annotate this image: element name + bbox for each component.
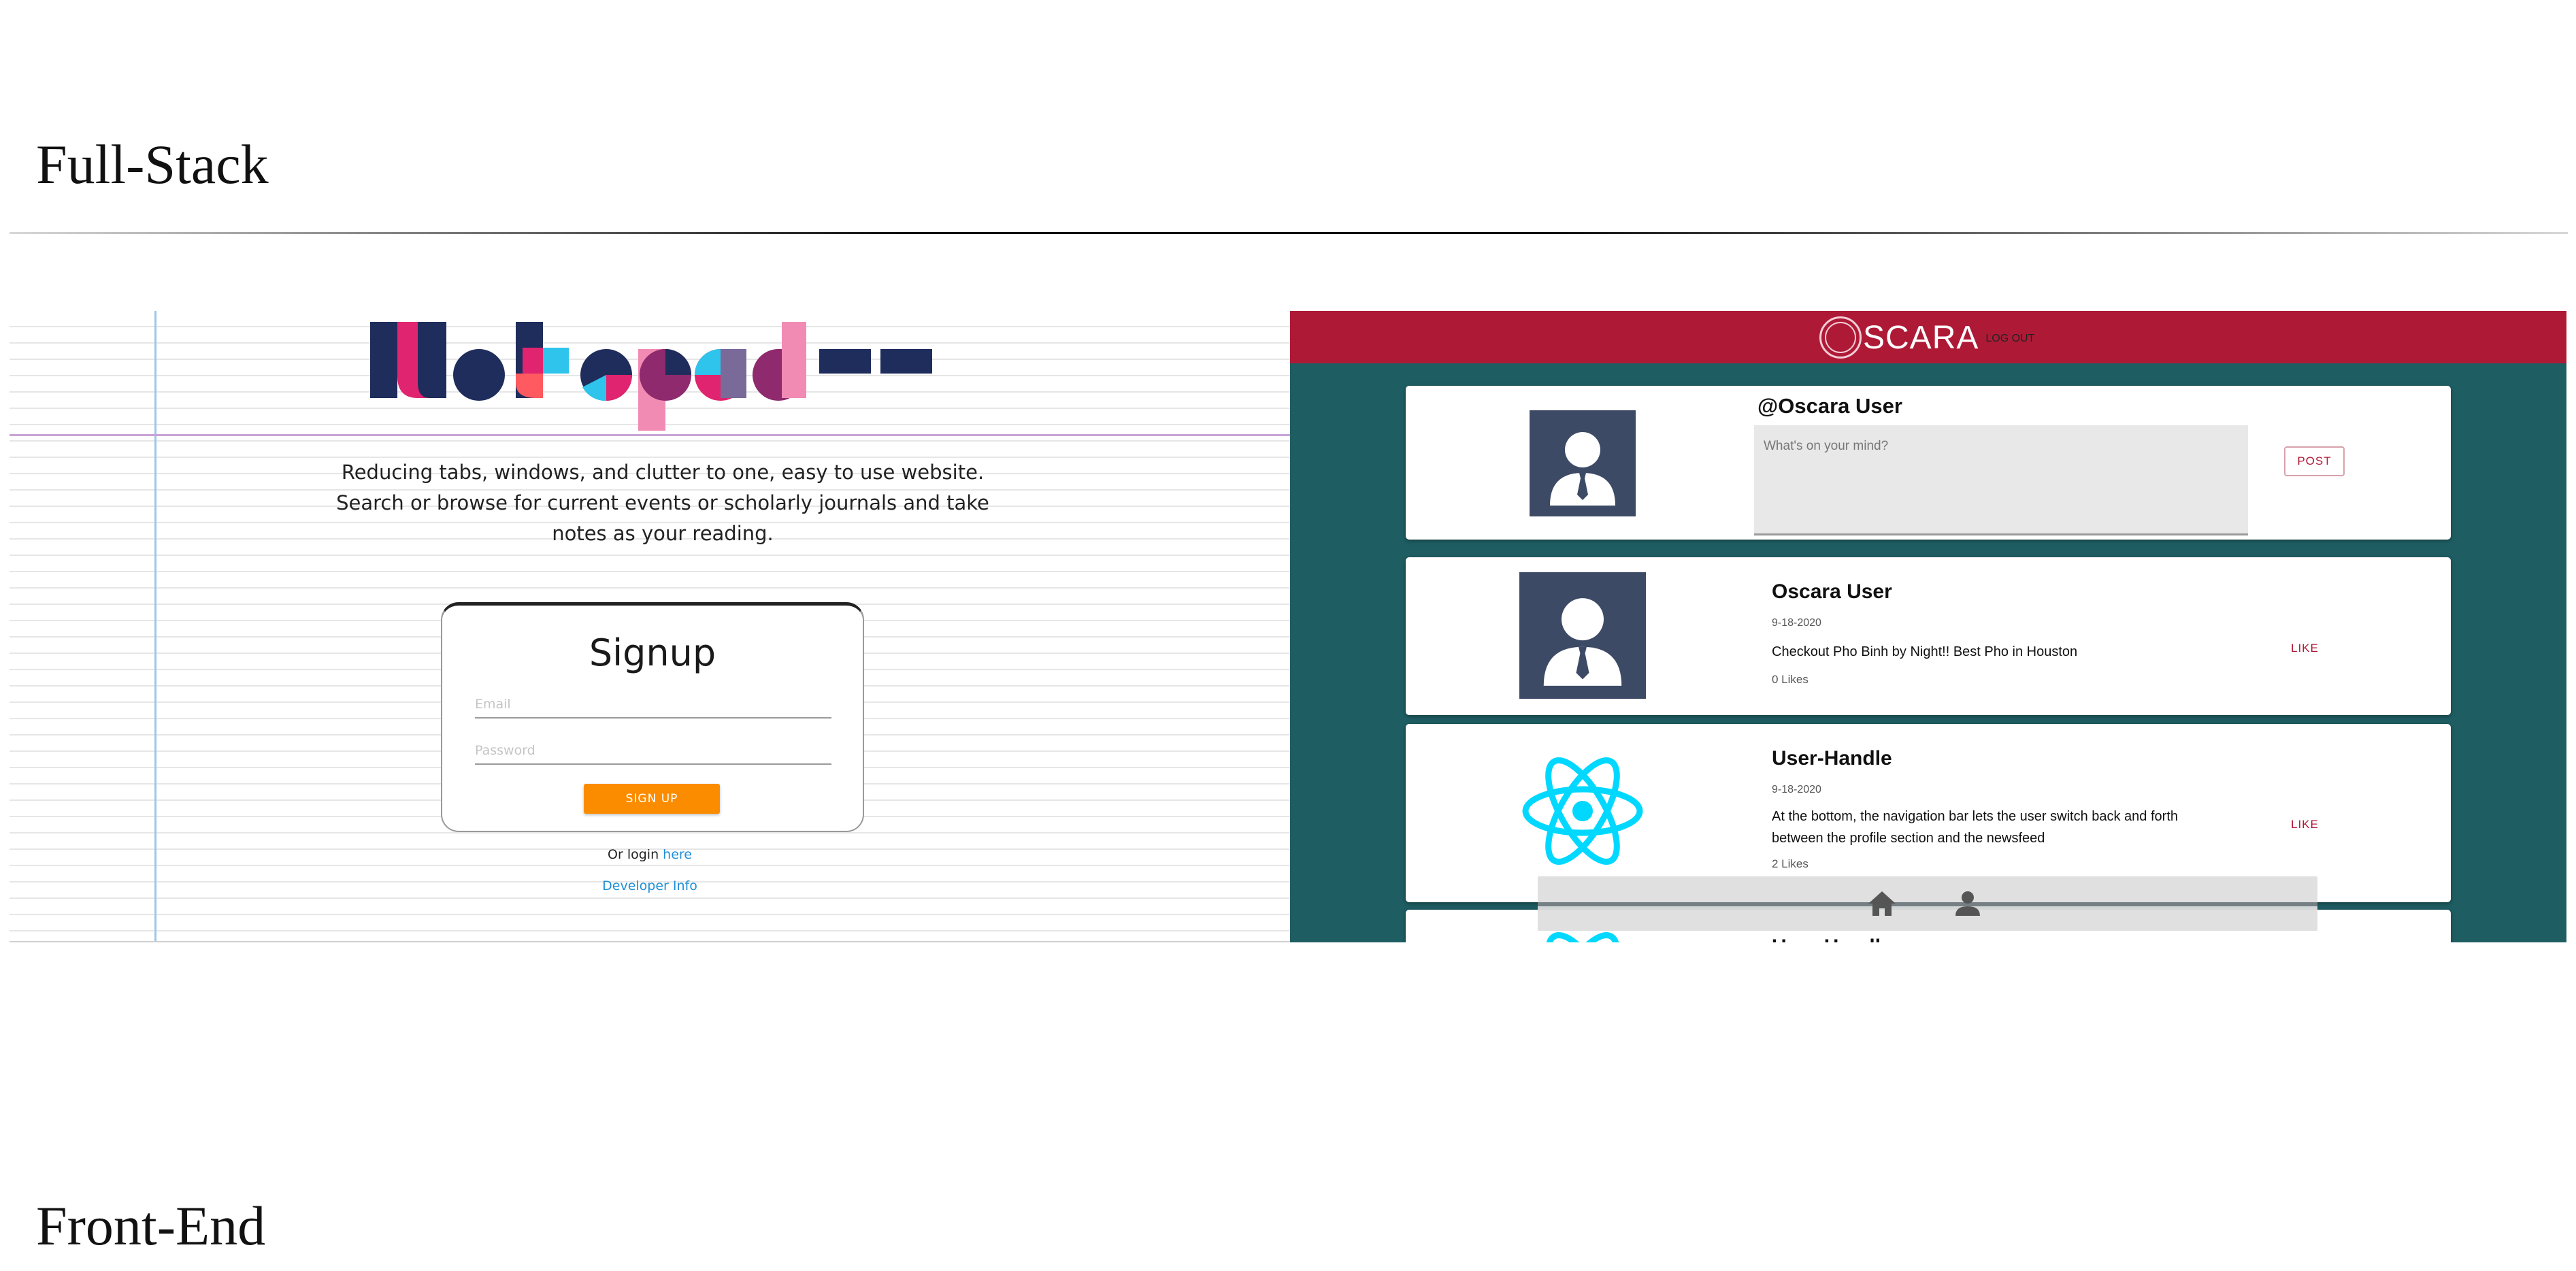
section-divider <box>10 232 2568 234</box>
signup-button[interactable]: SIGN UP <box>584 784 720 814</box>
notepad-tagline: Reducing tabs, windows, and clutter to o… <box>336 457 989 549</box>
notepad-screenshot: Reducing tabs, windows, and clutter to o… <box>10 311 1290 942</box>
tagline-line-2: Search or browse for current events or s… <box>336 491 989 514</box>
password-input[interactable] <box>475 738 831 763</box>
home-icon[interactable] <box>1867 890 1897 917</box>
post-card: Oscara User 9-18-2020 Checkout Pho Binh … <box>1406 557 2451 715</box>
post-card: User-Handle 9-18-2020 At the bottom, the… <box>1406 724 2451 902</box>
login-link[interactable]: here <box>663 847 692 862</box>
login-prompt: Or login here <box>10 847 1290 862</box>
post-text: Checkout Pho Binh by Night!! Best Pho in… <box>1772 644 2078 659</box>
user-icon[interactable] <box>1954 890 1981 917</box>
person-icon <box>1530 410 1636 516</box>
email-input[interactable] <box>475 691 831 717</box>
signup-title: Signup <box>589 631 716 674</box>
developer-info: Developer Info <box>10 878 1290 893</box>
composer-card: @Oscara User POST <box>1406 386 2451 540</box>
oscara-brand-name: SCARA <box>1863 319 1979 356</box>
post-username: User-Handle <box>1772 936 1892 942</box>
oscara-brand: SCARA LOG OUT <box>1819 316 2034 359</box>
like-button[interactable]: LIKE <box>2291 818 2319 831</box>
login-prefix: Or login <box>608 847 663 862</box>
bottom-navigation-bar <box>1538 876 2317 931</box>
post-date: 9-18-2020 <box>1772 784 1821 795</box>
tagline-line-3: notes as your reading. <box>552 522 774 545</box>
password-field-container <box>475 738 831 765</box>
tagline-line-1: Reducing tabs, windows, and clutter to o… <box>341 461 985 484</box>
composer-handle: @Oscara User <box>1757 394 1902 418</box>
post-likes: 2 Likes <box>1772 857 1809 870</box>
like-button[interactable]: LIKE <box>2291 642 2319 655</box>
section-title-frontend: Front-End <box>36 1195 266 1257</box>
post-username: User-Handle <box>1772 747 1892 770</box>
oscara-logo-icon <box>1819 316 1862 359</box>
oscara-header: SCARA LOG OUT <box>1290 311 2566 363</box>
post-date: 9-18-2020 <box>1772 617 1821 629</box>
post-button[interactable]: POST <box>2284 446 2345 476</box>
react-atom-icon <box>1522 757 1643 865</box>
post-text-input[interactable] <box>1754 425 2248 535</box>
person-icon <box>1519 572 1646 699</box>
developer-info-link[interactable]: Developer Info <box>602 878 697 893</box>
logout-button[interactable]: LOG OUT <box>1985 333 2034 345</box>
nav-indicator-line <box>1538 902 2317 906</box>
react-atom-icon <box>1545 932 1620 942</box>
notebook-header-line <box>10 434 1290 436</box>
oscara-screenshot: SCARA LOG OUT @Oscara User POST Oscara U… <box>1290 311 2566 942</box>
section-title-fullstack: Full-Stack <box>36 133 269 195</box>
notepad-logo <box>370 322 932 431</box>
post-username: Oscara User <box>1772 580 1892 603</box>
signup-card: Signup SIGN UP <box>441 602 864 832</box>
post-likes: 0 Likes <box>1772 673 1809 686</box>
post-text: At the bottom, the navigation bar lets t… <box>1772 809 2179 846</box>
email-field-container <box>475 691 831 719</box>
